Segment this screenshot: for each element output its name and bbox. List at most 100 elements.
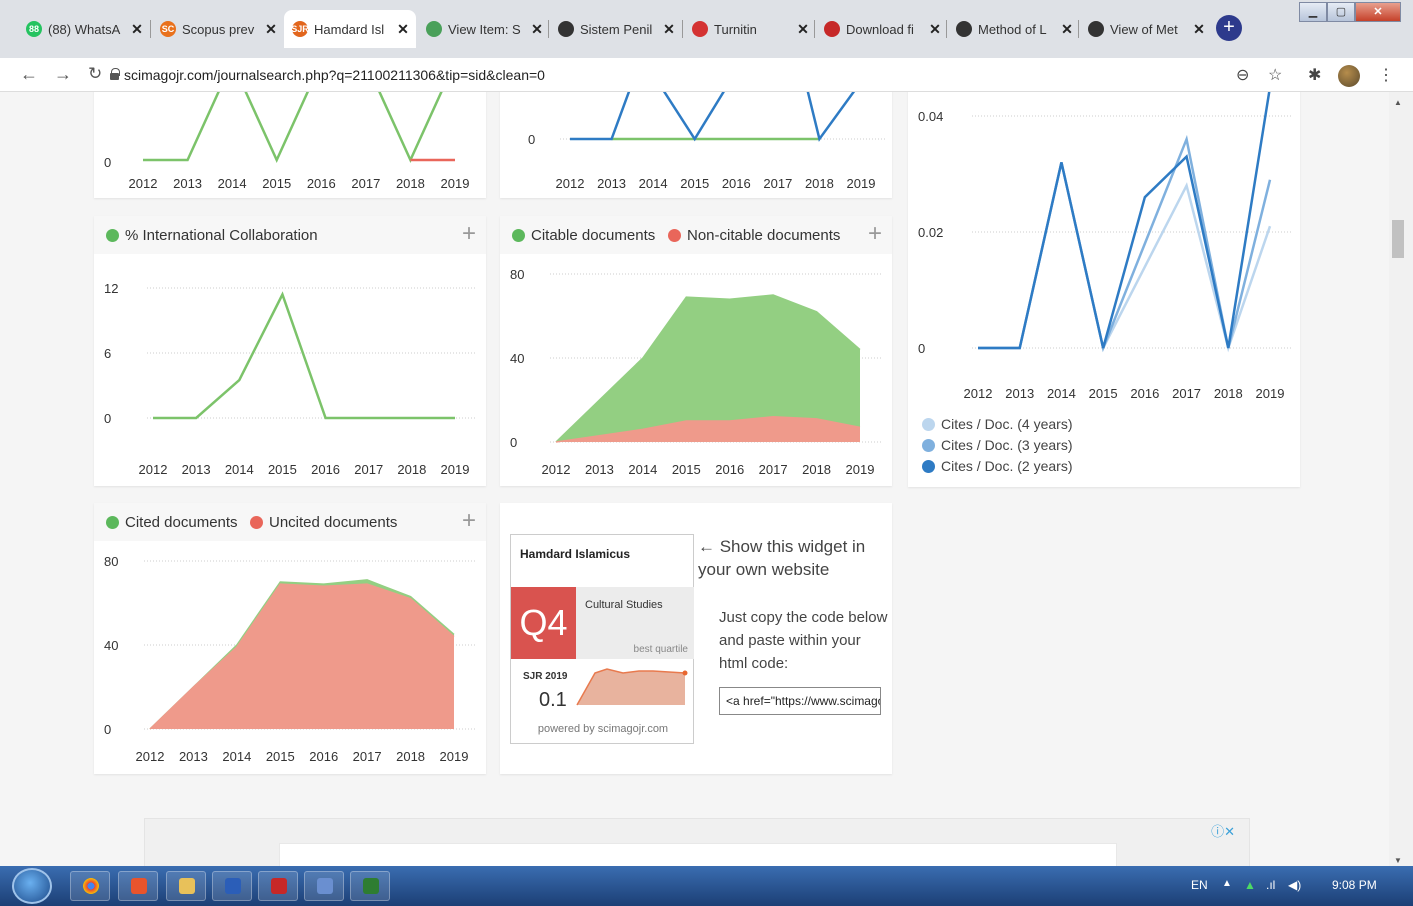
x-tick-label: 2015 (262, 176, 291, 191)
y-tick-label: 0 (510, 435, 517, 450)
browser-tab[interactable]: SC Scopus prev ✕ (152, 14, 284, 44)
browser-tab[interactable]: View of Met ✕ (1080, 14, 1212, 44)
area-series-edge (149, 583, 455, 730)
close-window-button[interactable]: ✕ (1355, 2, 1401, 22)
x-tick-label: 2012 (129, 176, 158, 191)
back-icon[interactable]: ← (20, 64, 38, 85)
widget-show-text: ← Show this widget in your own website (698, 537, 866, 579)
legend-item-cites-3y[interactable]: Cites / Doc. (3 years) (922, 437, 1072, 453)
signal-tray-icon[interactable]: .ıl (1266, 878, 1275, 892)
bookmark-star-icon[interactable]: ☆ (1268, 65, 1282, 85)
new-tab-button[interactable]: + (1216, 15, 1242, 41)
browser-tab[interactable]: 88 (88) WhatsA ✕ (18, 14, 150, 44)
tab-close-icon[interactable]: ✕ (1190, 21, 1208, 38)
sjr-widget-preview[interactable]: Hamdard Islamicus Q4 Cultural Studies be… (510, 534, 694, 744)
x-tick-label: 2017 (1172, 386, 1201, 401)
y-tick-label: 0 (104, 722, 111, 737)
tab-favicon-icon (824, 21, 840, 37)
card-intl-collaboration: % International Collaboration + 0 6 12 2012… (94, 216, 486, 486)
legend-item-cited[interactable]: Cited documents (106, 514, 238, 531)
legend-item-citable[interactable]: Citable documents (512, 227, 655, 244)
x-tick-label: 2019 (847, 176, 876, 191)
widget-powered-by[interactable]: powered by scimagojr.com (511, 723, 695, 735)
tray-expand-icon[interactable]: ▲ (1222, 878, 1232, 889)
volume-tray-icon[interactable]: ◀) (1288, 878, 1301, 892)
partial-chart-left: 0 2012 2013 2014 2015 2016 2017 2018 2019 (104, 92, 469, 191)
taskbar-pdf-icon[interactable] (258, 871, 298, 901)
tab-close-icon[interactable]: ✕ (528, 21, 546, 38)
legend-item-cites-2y[interactable]: Cites / Doc. (2 years) (922, 458, 1072, 474)
vertical-scrollbar[interactable] (1389, 92, 1413, 866)
area-series (150, 579, 454, 729)
forward-icon[interactable]: → (54, 64, 72, 85)
taskbar-word-icon[interactable] (212, 871, 252, 901)
expand-plus-icon[interactable]: + (868, 220, 882, 248)
tab-close-icon[interactable]: ✕ (1058, 21, 1076, 38)
card-header: Cited documents Uncited documents + (94, 503, 486, 541)
extensions-icon[interactable]: ✱ (1308, 65, 1321, 85)
tab-separator (814, 20, 815, 38)
zoom-icon[interactable]: ⊖ (1236, 65, 1249, 85)
widget-sparkline (576, 668, 688, 706)
ad-close-icon[interactable]: ⓘ✕ (1211, 821, 1235, 840)
area-series (556, 295, 860, 442)
clock[interactable]: 9:08 PM (1332, 878, 1377, 892)
x-tick-label: 2018 (396, 749, 425, 764)
language-indicator[interactable]: EN (1191, 878, 1208, 892)
legend-item-intl-collab[interactable]: % International Collaboration (106, 227, 318, 244)
expand-plus-icon[interactable]: + (462, 220, 476, 248)
tab-title: Sistem Penil (580, 21, 653, 37)
card-citable-documents: Citable documents Non-citable documents … (500, 216, 892, 486)
tab-close-icon[interactable]: ✕ (128, 21, 146, 38)
start-button[interactable] (12, 868, 52, 904)
tab-close-icon[interactable]: ✕ (394, 21, 412, 38)
y-tick-label: 0.04 (918, 109, 943, 124)
x-tick-label: 2016 (1130, 386, 1159, 401)
legend-item-non-citable[interactable]: Non-citable documents (668, 227, 840, 244)
browser-tab[interactable]: SJR Hamdard Isl ✕ (284, 10, 416, 48)
browser-tab[interactable]: Sistem Penil ✕ (550, 14, 682, 44)
minimize-button[interactable]: ▁ (1299, 2, 1327, 22)
expand-plus-icon[interactable]: + (462, 507, 476, 535)
network-tray-icon[interactable]: ▲ (1244, 878, 1256, 892)
tab-close-icon[interactable]: ✕ (660, 21, 678, 38)
taskbar-explorer-icon[interactable] (166, 871, 206, 901)
cites-per-doc-chart: 0 0.02 0.04 2012 2013 2014 2015 2016 2017 2018 201… (918, 92, 1292, 401)
card-sjr-widget: Hamdard Islamicus Q4 Cultural Studies be… (500, 503, 892, 774)
x-tick-label: 2016 (307, 176, 336, 191)
line-series (978, 134, 1272, 353)
x-tick-label: 2012 (542, 462, 571, 477)
menu-dots-icon[interactable]: ⋮ (1378, 65, 1394, 85)
windows-taskbar: EN ▲ ▲ .ıl ◀) 9:08 PM (0, 866, 1413, 906)
url-field[interactable]: scimagojr.com/journalsearch.php?q=211002… (124, 67, 545, 83)
tab-title: Download fi (846, 21, 914, 37)
cited-docs-chart: 0 40 80 2012 2013 2014 2015 2016 2017 2018 2019 (104, 554, 476, 764)
taskbar-chrome-icon[interactable] (70, 871, 110, 901)
profile-avatar[interactable] (1338, 65, 1360, 87)
browser-tab[interactable]: Method of L ✕ (948, 14, 1080, 44)
reload-icon[interactable]: ↻ (88, 64, 102, 84)
widget-quartile: Q4 (511, 587, 576, 659)
scroll-up-arrow-icon[interactable]: ▲ (1394, 98, 1402, 107)
tab-favicon-icon (692, 21, 708, 37)
x-tick-label: 2019 (440, 749, 469, 764)
browser-tab[interactable]: View Item: S ✕ (418, 14, 550, 44)
y-tick-label: 0 (104, 155, 111, 170)
y-tick-label: 40 (104, 638, 118, 653)
y-tick-label: 0 (104, 411, 111, 426)
browser-tab[interactable]: Turnitin ✕ (684, 14, 816, 44)
browser-tab[interactable]: Download fi ✕ (816, 14, 948, 44)
tab-close-icon[interactable]: ✕ (262, 21, 280, 38)
widget-code-field[interactable]: <a href="https://www.scimagojr.com (719, 687, 881, 715)
legend-item-uncited[interactable]: Uncited documents (250, 514, 397, 531)
taskbar-app-icon[interactable] (118, 871, 158, 901)
maximize-button[interactable]: ▢ (1327, 2, 1355, 22)
taskbar-excel-icon[interactable] (350, 871, 390, 901)
scrollbar-thumb[interactable] (1392, 220, 1404, 258)
tab-close-icon[interactable]: ✕ (926, 21, 944, 38)
scroll-down-arrow-icon[interactable]: ▼ (1394, 856, 1402, 865)
tab-close-icon[interactable]: ✕ (794, 21, 812, 38)
lock-icon (110, 68, 120, 80)
legend-item-cites-4y[interactable]: Cites / Doc. (4 years) (922, 416, 1072, 432)
taskbar-media-icon[interactable] (304, 871, 344, 901)
